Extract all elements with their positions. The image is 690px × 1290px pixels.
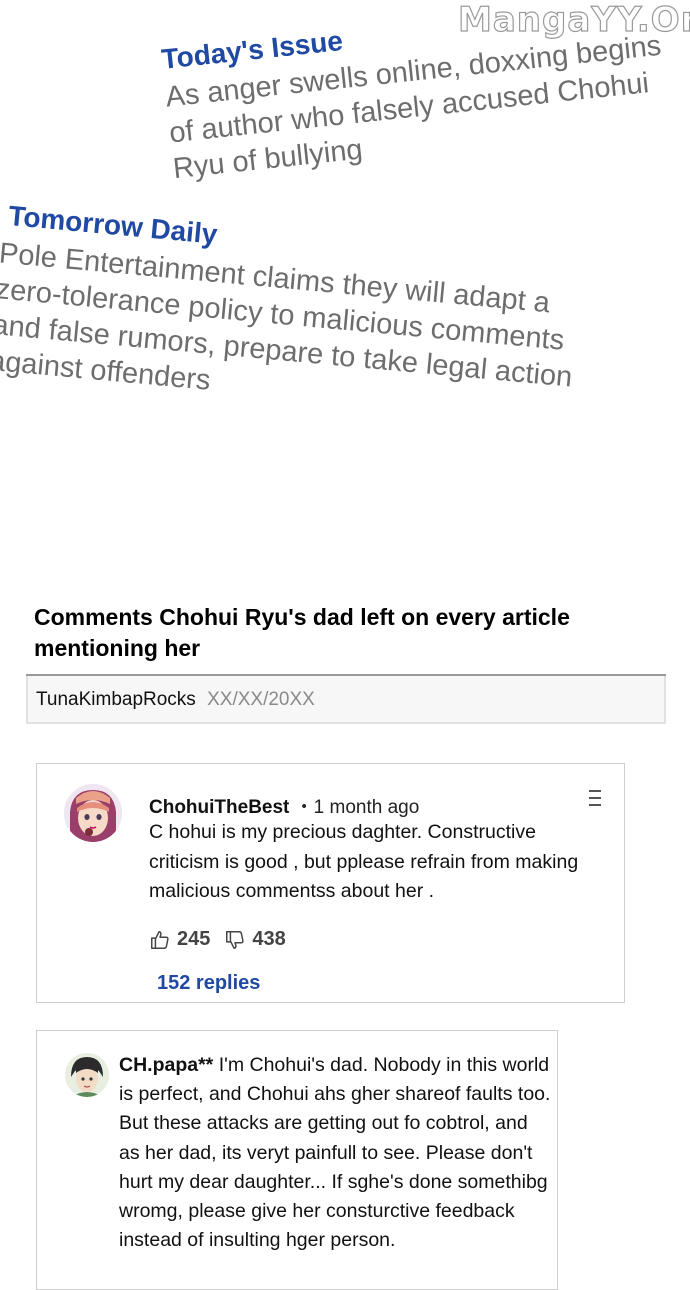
thumbs-up-icon: [151, 930, 169, 949]
comment-votes: 245 438: [149, 928, 300, 951]
avatar[interactable]: [64, 784, 122, 842]
comment-body: I'm Chohui's dad. Nobody in this world i…: [119, 1054, 551, 1252]
news-headline-2: Tomorrow Daily Pole Entertainment claims…: [0, 200, 608, 434]
more-menu-icon[interactable]: [587, 790, 603, 812]
thumbs-down-icon: [226, 930, 244, 949]
dislike-count: 438: [252, 928, 286, 950]
comment-text: CH.papa** I'm Chohui's dad. Nobody in th…: [119, 1051, 551, 1255]
avatar-man-icon: [65, 1053, 109, 1097]
article-author-bar: TunaKimbapRocks XX/XX/20XX: [26, 676, 666, 724]
comment-username[interactable]: ChohuiTheBest: [149, 797, 289, 818]
dislike-button[interactable]: 438: [224, 928, 286, 951]
comment-card: ChohuiTheBest ・1 month ago C hohui is my…: [36, 763, 625, 1003]
view-replies-link[interactable]: 152 replies: [157, 972, 260, 995]
avatar-girl-icon: [64, 784, 122, 842]
article-title-block: Comments Chohui Ryu's dad left on every …: [26, 602, 666, 676]
comment-text: C hohui is my precious daghter. Construc…: [149, 821, 579, 902]
like-button[interactable]: 245: [149, 928, 210, 951]
comment-username[interactable]: CH.papa**: [119, 1054, 213, 1076]
avatar[interactable]: [65, 1053, 109, 1097]
news-headline-1: Today's Issue As anger swells online, do…: [160, 0, 690, 187]
like-count: 245: [177, 928, 211, 950]
comment-timestamp: ・1 month ago: [294, 797, 420, 818]
article-date: XX/XX/20XX: [207, 689, 315, 710]
article-title: Comments Chohui Ryu's dad left on every …: [34, 604, 570, 661]
comment-header: ChohuiTheBest ・1 month ago: [149, 792, 419, 819]
author-name[interactable]: TunaKimbapRocks: [36, 689, 196, 710]
comment-card: CH.papa** I'm Chohui's dad. Nobody in th…: [36, 1030, 558, 1290]
